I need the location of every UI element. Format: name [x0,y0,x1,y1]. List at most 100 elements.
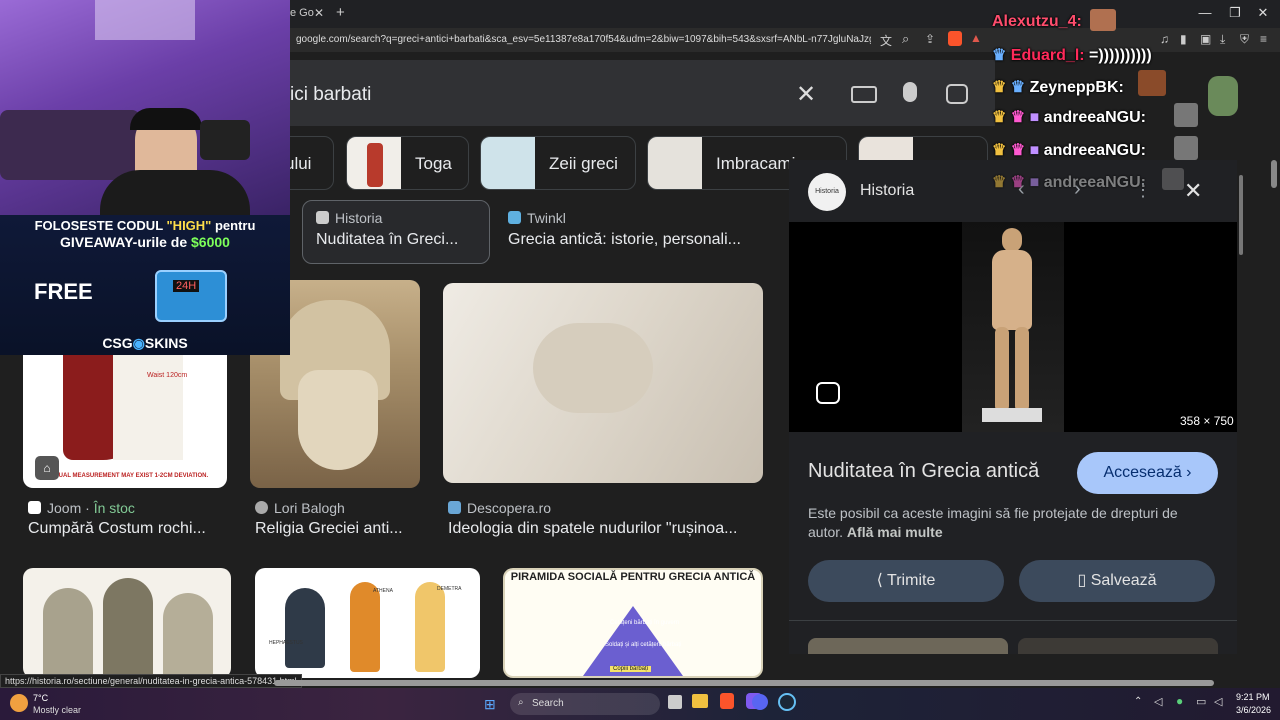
result-source: Lori Balogh [255,500,345,516]
preview-image[interactable] [962,222,1064,432]
weather-desc[interactable]: Mostly clear [33,705,81,715]
chat-emote [1174,136,1198,160]
media-icon[interactable]: ♫ [1160,32,1169,46]
result-title[interactable]: Religia Greciei anti... [255,520,425,538]
brave-icon[interactable] [720,693,734,709]
close-window-icon[interactable]: ✕ [1248,4,1278,22]
chip-label: Zeii greci [549,154,618,173]
clock-date[interactable]: 3/6/2026 [1236,705,1271,715]
horizontal-scrollbar[interactable] [274,680,1214,686]
result-image-zei[interactable]: HEPHAESTUS ATHENA DEMETRA [255,568,480,678]
chat-line: ♛ ♛ ZeyneppBK: [992,79,1124,96]
result-image-nud[interactable] [443,283,763,483]
chat-emote [1208,76,1238,116]
case-image: 24H [155,270,227,322]
mic-tray-icon[interactable]: ● [1176,694,1183,708]
promo-brand: CSG◉SKINS [102,335,188,351]
panel-site-name[interactable]: Historia [860,182,914,200]
image-dimensions: 358 × 750 [1180,414,1234,428]
stock-badge: În stoc [93,500,135,516]
file-explorer-icon[interactable] [692,694,708,708]
clear-search-icon[interactable]: ✕ [796,80,816,109]
chip-thumb [648,137,702,189]
close-tab-icon[interactable]: ✕ [314,6,324,20]
panel-title[interactable]: Nuditatea în Grecia antică [808,460,1039,483]
chat-line: Alexutzu_4: [992,13,1082,30]
result-source: Historia [316,210,382,226]
visit-button[interactable]: Accesează › [1077,452,1218,494]
discord-icon[interactable] [752,694,768,710]
clock-time[interactable]: 9:21 PM [1236,692,1270,702]
microphone-icon[interactable] [903,82,917,102]
taskbar-search[interactable]: ⌕ Search [510,693,660,715]
visual-search-icon[interactable] [816,382,840,404]
downloads-icon[interactable]: ⤓ [1220,32,1225,47]
taskbar: 7°C Mostly clear ⊞ ⌕ Search ⌃ ◁ ● ▭ ◁ 9:… [0,688,1280,720]
result-title[interactable]: Ideologia din spatele nudurilor "rușinoa… [448,520,760,538]
chat-line: ♛ ♛ ■ andreeaNGU: [992,142,1146,159]
historia-logo: Historia [808,173,846,211]
new-tab-icon[interactable]: + [336,4,345,21]
lens-icon[interactable] [946,84,968,104]
zoom-icon[interactable]: ⌕ [902,31,909,47]
historia-favicon [316,211,329,224]
task-view-icon[interactable] [668,695,682,709]
search-input[interactable]: ici barbati [290,84,371,106]
share-button[interactable]: ⟨ Trimite [808,560,1004,602]
brave-shield-icon[interactable] [948,31,962,46]
weather-icon[interactable] [10,694,28,712]
share-icon: ⟨ [876,572,883,589]
chat-emote [1162,168,1184,190]
promo-line-1: FOLOSESTE CODUL "HIGH" pentru [34,218,256,233]
volume-icon[interactable]: ◁ [1214,695,1222,708]
chip-zeii-greci[interactable]: Zeii greci [480,136,636,190]
bookmark-icon: ▯ [1077,572,1087,589]
chip-thumb [347,137,401,189]
weather-temp[interactable]: 7°C [33,693,48,703]
close-panel-icon[interactable]: ✕ [1184,178,1202,204]
result-title[interactable]: Cumpără Costum rochi... [28,520,228,538]
promo-free: FREE [34,279,93,304]
tab-title[interactable]: e Go [290,7,314,19]
result-image-piramida[interactable]: PIRAMIDA SOCIALĂ PENTRU GRECIA ANTICĂ Ce… [503,568,763,678]
keyboard-icon[interactable] [851,86,877,103]
page-scrollbar[interactable] [1271,160,1277,188]
chat-line: ♛ ♛ ■ andreeaNGU: [992,109,1146,126]
copyright-notice: Este posibil ca aceste imagini să fie pr… [808,505,1178,540]
save-button[interactable]: ▯ Salvează [1019,560,1215,602]
search-icon: ⌕ [518,697,524,708]
related-image[interactable] [1018,638,1218,654]
learn-more-link[interactable]: Află mai multe [847,524,943,540]
result-source: Joom · În stoc [28,500,135,516]
chip-label: Toga [415,154,452,173]
chat-emote [1090,9,1116,31]
status-url: https://historia.ro/sectiune/general/nud… [0,674,302,688]
menu-icon[interactable]: ≡ [1260,32,1267,46]
sponsor-banner: FOLOSESTE CODUL "HIGH" pentru GIVEAWAY-u… [0,215,290,355]
chip-toga[interactable]: Toga [346,136,469,190]
joom-favicon [28,501,41,514]
result-title[interactable]: Grecia antică: istorie, personali... [508,231,764,249]
webcam-overlay [0,0,290,215]
share-icon[interactable]: ⇪ [925,32,935,46]
related-image[interactable] [808,638,1008,654]
start-icon[interactable]: ⊞ [484,696,496,713]
translate-icon[interactable]: 文 [880,32,892,49]
steam-icon[interactable] [778,693,796,711]
sidebar-icon[interactable]: ▮ [1180,32,1187,46]
wallet-icon[interactable]: ▣ [1200,32,1211,46]
maximize-icon[interactable]: ❐ [1220,4,1250,22]
tray-chevron-icon[interactable]: ⌃ [1134,696,1142,707]
brave-rewards-icon[interactable]: ▲ [970,31,982,45]
result-title[interactable]: Nuditatea în Greci... [316,231,476,249]
descopera-favicon [448,501,461,514]
minimize-icon[interactable]: — [1190,4,1220,22]
result-source: Twinkl [508,210,566,226]
result-image-women[interactable] [23,568,231,678]
network-icon[interactable]: ▭ [1196,695,1206,708]
speaker-tray-icon[interactable]: ◁ [1154,695,1162,708]
panel-scrollbar[interactable] [1239,175,1243,255]
chat-line: ♛ ♛ ■ andreeaNGU: [992,174,1146,191]
url-text[interactable]: google.com/search?q=greci+antici+barbati… [296,34,871,45]
vpn-icon[interactable]: ⛨ [1240,32,1249,47]
